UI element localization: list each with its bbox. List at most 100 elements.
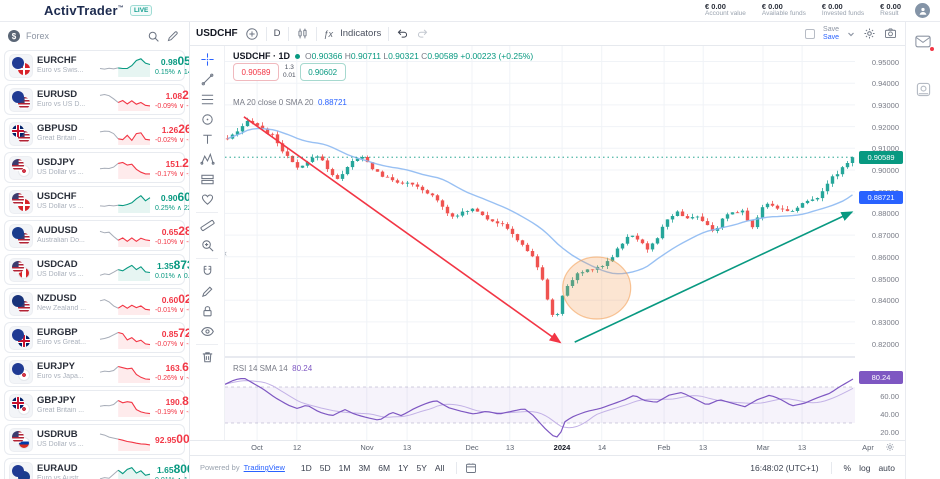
instrument-flags-icon bbox=[9, 360, 33, 384]
price-tick: 0.82000 bbox=[872, 340, 899, 349]
watchlist-item[interactable]: GBPJPY Great Britain ... 190.879 -0.19% … bbox=[4, 390, 185, 421]
lock-drawings-icon[interactable] bbox=[195, 302, 219, 321]
notifications-mail-icon[interactable] bbox=[913, 32, 933, 50]
screenshot-camera-icon[interactable] bbox=[884, 27, 897, 40]
watchlist-item[interactable]: EURCHF Euro vs Swis... 0.98054 0.15% ∧ 1… bbox=[4, 50, 185, 81]
range-button-1y[interactable]: 1Y bbox=[394, 461, 412, 475]
clock-display[interactable]: 16:48:02 (UTC+1) bbox=[750, 463, 818, 473]
watchlist-group-label[interactable]: Forex bbox=[26, 31, 49, 41]
chart-style-icon[interactable] bbox=[296, 27, 309, 40]
hide-drawings-icon[interactable] bbox=[195, 322, 219, 341]
watchlist-item[interactable]: USDRUB US Dollar vs ... 92.9500 bbox=[4, 424, 185, 455]
chart-area[interactable]: USDCHF · 1D O0.90366 H0.90711 L0.90321 C… bbox=[225, 46, 855, 440]
measure-ruler-icon[interactable] bbox=[195, 216, 219, 235]
delete-drawings-icon[interactable] bbox=[195, 348, 219, 367]
trend-line-icon[interactable] bbox=[195, 70, 219, 89]
zoom-in-icon[interactable] bbox=[195, 236, 219, 255]
legend-symbol[interactable]: USDCHF · 1D bbox=[233, 51, 290, 61]
range-button-all[interactable]: All bbox=[431, 461, 448, 475]
timeframe-button[interactable]: D bbox=[274, 28, 281, 39]
watchlist-item[interactable]: EURGBP Euro vs Great... 0.85725 -0.07% ∨… bbox=[4, 322, 185, 353]
range-button-3m[interactable]: 3M bbox=[354, 461, 374, 475]
symbol-tab[interactable]: USDCHF bbox=[196, 28, 238, 39]
range-button-1m[interactable]: 1M bbox=[335, 461, 355, 475]
instrument-symbol: EURGBP bbox=[37, 328, 95, 339]
position-tool-icon[interactable] bbox=[195, 170, 219, 189]
watchlist-collapse-handle[interactable]: ‹ bbox=[225, 244, 233, 262]
percent-scale-button[interactable]: % bbox=[844, 463, 852, 473]
instrument-flags-icon bbox=[9, 462, 33, 479]
crosshair-icon[interactable] bbox=[195, 50, 219, 69]
toolbar-checkbox[interactable] bbox=[805, 29, 815, 39]
redo-icon[interactable] bbox=[416, 27, 429, 40]
shapes-circle-icon[interactable] bbox=[195, 110, 219, 129]
save-button[interactable]: Save Save bbox=[823, 26, 839, 41]
range-button-5d[interactable]: 5D bbox=[316, 461, 335, 475]
watchlist-item[interactable]: USDCHF US Dollar vs ... 0.90602 0.25% ∧ … bbox=[4, 186, 185, 217]
price-tick: 0.84000 bbox=[872, 296, 899, 305]
watchlist-items: EURCHF Euro vs Swis... 0.98054 0.15% ∧ 1… bbox=[0, 50, 189, 479]
account-stat: € 0.00Account value bbox=[705, 3, 746, 18]
instrument-name: US Dollar vs ... bbox=[37, 169, 95, 177]
axis-settings-gear-icon[interactable] bbox=[877, 442, 903, 454]
draw-mode-icon[interactable] bbox=[195, 282, 219, 301]
avatar[interactable] bbox=[915, 3, 930, 18]
range-button-6m[interactable]: 6M bbox=[374, 461, 394, 475]
current-price-badge: 0.90589 bbox=[859, 151, 903, 164]
watchlist-item[interactable]: EURUSD Euro vs US D... 1.08229 -0.09% ∨ … bbox=[4, 84, 185, 115]
sparkline-chart bbox=[99, 428, 151, 452]
range-button-1d[interactable]: 1D bbox=[297, 461, 316, 475]
time-axis[interactable]: Oct12Nov13Dec13202414Feb13Mar13Apr bbox=[190, 440, 905, 455]
tradingview-link[interactable]: TradingView bbox=[244, 463, 285, 472]
instrument-change: -0.09% ∨ -10.2 bbox=[155, 103, 189, 111]
watchlist-item[interactable]: NZDUSD New Zealand ... 0.60027 -0.01% ∨ … bbox=[4, 288, 185, 319]
instrument-name: US Dollar vs ... bbox=[37, 441, 95, 449]
instrument-name: Great Britain ... bbox=[37, 135, 95, 143]
text-tool-icon[interactable] bbox=[195, 130, 219, 149]
instrument-price: 1.65800 bbox=[155, 462, 189, 476]
xabcd-pattern-icon[interactable] bbox=[195, 150, 219, 169]
instrument-name: US Dollar vs ... bbox=[37, 203, 95, 211]
watchlist-item[interactable]: AUDUSD Australian Do... 0.65285 -0.10% ∨… bbox=[4, 220, 185, 251]
auto-scale-button[interactable]: auto bbox=[878, 463, 895, 473]
fib-retracement-icon[interactable] bbox=[195, 90, 219, 109]
instrument-price: 0.98054 bbox=[155, 54, 189, 68]
powered-by-label: Powered by bbox=[200, 463, 240, 472]
instrument-change: -0.19% ∨ -36.1 bbox=[155, 409, 189, 417]
fx-icon[interactable]: ƒx bbox=[324, 29, 334, 39]
chart-legend: USDCHF · 1D O0.90366 H0.90711 L0.90321 C… bbox=[233, 51, 533, 61]
rsi-tick: 40.00 bbox=[880, 410, 899, 419]
time-axis-label: 13 bbox=[394, 443, 420, 452]
price-tick: 0.86000 bbox=[872, 253, 899, 262]
rsi-legend[interactable]: RSI 14 SMA 14 80.24 bbox=[233, 364, 312, 373]
watchlist-item[interactable]: USDJPY US Dollar vs ... 151.284 -0.17% ∨… bbox=[4, 152, 185, 183]
watchlist-item[interactable]: EURJPY Euro vs Japa... 163.623 -0.26% ∨ … bbox=[4, 356, 185, 387]
instrument-name: Great Britain ... bbox=[37, 407, 95, 415]
watchlist-item[interactable]: USDCAD US Dollar vs ... 1.35873 0.01% ∧ … bbox=[4, 254, 185, 285]
watchlist-item[interactable]: GBPUSD Great Britain ... 1.26260 -0.02% … bbox=[4, 118, 185, 149]
save-dropdown-caret-icon[interactable] bbox=[847, 30, 855, 38]
sell-button[interactable]: 0.90589 bbox=[233, 63, 279, 81]
buy-button[interactable]: 0.90602 bbox=[300, 63, 346, 81]
edit-watchlist-icon[interactable] bbox=[166, 30, 179, 43]
add-symbol-icon[interactable] bbox=[245, 27, 259, 41]
undo-icon[interactable] bbox=[396, 27, 409, 40]
account-stat: € 0.00Result bbox=[880, 3, 901, 18]
account-stat: € 0.00Available funds bbox=[762, 3, 806, 18]
ma-legend[interactable]: MA 20 close 0 SMA 20 0.88721 bbox=[233, 98, 347, 107]
time-axis-label: 12 bbox=[284, 443, 310, 452]
log-scale-button[interactable]: log bbox=[859, 463, 870, 473]
price-axis[interactable]: 0.950000.940000.930000.920000.910000.900… bbox=[855, 46, 905, 440]
range-buttons: 1D5D1M3M6M1Y5YAll bbox=[297, 463, 448, 473]
emoji-heart-icon[interactable] bbox=[195, 190, 219, 209]
settings-gear-icon[interactable] bbox=[863, 27, 876, 40]
instrument-symbol: GBPUSD bbox=[37, 124, 95, 135]
range-button-5y[interactable]: 5Y bbox=[412, 461, 430, 475]
watchlist-item[interactable]: EURAUD Euro vs Austr... 1.65800 0.01% ∧ … bbox=[4, 458, 185, 479]
go-to-date-icon[interactable] bbox=[465, 462, 477, 474]
search-icon[interactable] bbox=[147, 30, 160, 43]
rsi-tick: 60.00 bbox=[880, 392, 899, 401]
magnet-icon[interactable] bbox=[195, 262, 219, 281]
instant-photo-icon[interactable] bbox=[913, 80, 933, 98]
indicators-button[interactable]: Indicators bbox=[340, 28, 381, 39]
